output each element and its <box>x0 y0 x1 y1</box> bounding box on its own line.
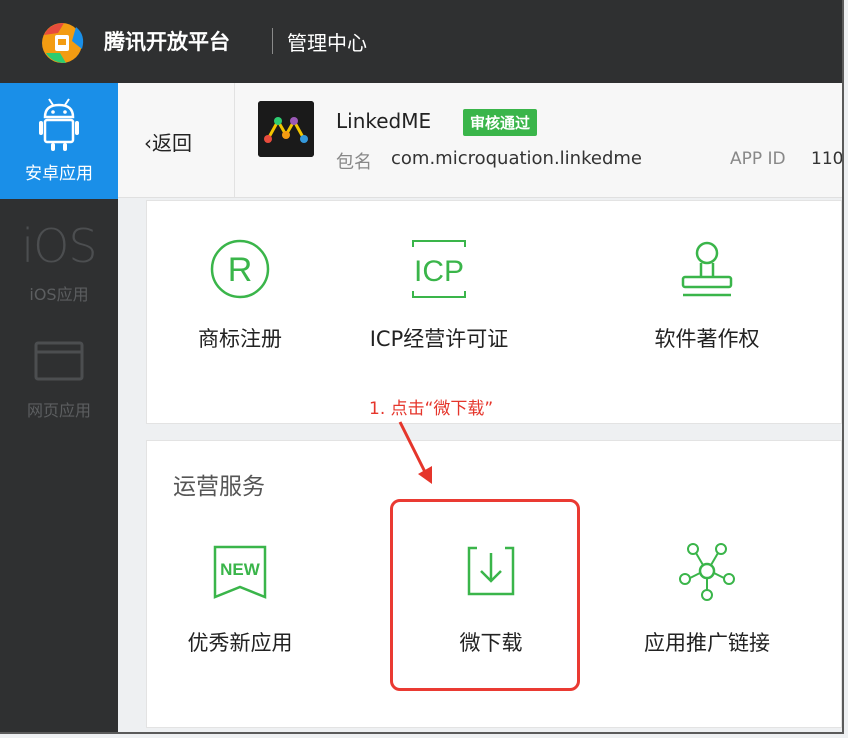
back-button[interactable]: ‹返回 <box>118 83 235 197</box>
icp-icon: ICP <box>412 240 466 298</box>
back-text: 返回 <box>152 131 192 155</box>
back-label: ‹返回 <box>144 127 192 156</box>
sidebar-item-web[interactable]: 网页应用 <box>0 335 118 425</box>
app-id-value: 110 <box>811 149 844 169</box>
sidebar: 安卓应用 iOS iOS应用 网页应用 <box>0 83 118 732</box>
new-badge-icon: NEW <box>213 545 267 599</box>
registered-trademark-icon: R <box>210 239 270 299</box>
legal-services-card: R 商标注册 ICP ICP经营许可证 软件著作权 <box>146 200 842 424</box>
browser-window-icon <box>34 341 84 381</box>
ios-icon: iOS <box>21 219 97 273</box>
service-new-apps[interactable]: NEW 优秀新应用 <box>140 441 340 727</box>
sidebar-item-android[interactable]: 安卓应用 <box>0 83 118 199</box>
app-logo-icon <box>258 101 314 157</box>
service-label: ICP经营许可证 <box>369 327 509 351</box>
new-badge-text: NEW <box>220 560 261 579</box>
service-trademark[interactable]: R 商标注册 <box>140 201 340 423</box>
chevron-left-icon: ‹ <box>144 131 152 155</box>
service-label: 应用推广链接 <box>644 631 770 655</box>
sidebar-item-label: 网页应用 <box>26 401 91 420</box>
management-center-link[interactable]: 管理中心 <box>287 27 367 56</box>
brand-title: 腾讯开放平台 <box>104 30 230 54</box>
service-copyright[interactable]: 软件著作权 <box>607 201 807 423</box>
annotation-arrow-icon <box>398 421 432 484</box>
svg-text:ICP: ICP <box>414 255 464 288</box>
sidebar-item-label: 安卓应用 <box>25 164 93 184</box>
service-label: 软件著作权 <box>654 327 760 351</box>
sidebar-item-label: iOS应用 <box>29 285 89 304</box>
app-header: ‹返回 LinkedME 审核通过 包名 com.microquation.li… <box>118 83 844 198</box>
service-label: 优秀新应用 <box>187 631 293 655</box>
sidebar-item-ios[interactable]: iOS iOS应用 <box>0 219 118 309</box>
package-value: com.microquation.linkedme <box>391 148 642 169</box>
service-promo-link[interactable]: 应用推广链接 <box>607 441 807 727</box>
stamp-icon <box>681 241 733 297</box>
svg-text:R: R <box>228 251 253 289</box>
tencent-open-logo[interactable] <box>36 19 90 65</box>
topbar-divider <box>272 28 273 54</box>
annotation-text: 1. 点击“微下载” <box>369 399 494 419</box>
service-icp[interactable]: ICP ICP经营许可证 <box>339 201 539 423</box>
status-badge: 审核通过 <box>463 109 538 136</box>
highlight-box <box>390 499 580 691</box>
service-label: 商标注册 <box>198 327 282 351</box>
package-label: 包名 <box>336 152 372 173</box>
app-name: LinkedME <box>336 109 432 133</box>
network-nodes-icon <box>679 543 735 601</box>
android-icon <box>39 98 79 151</box>
top-bar: 腾讯开放平台 管理中心 <box>0 0 842 83</box>
app-frame: 腾讯开放平台 管理中心 安卓应用 iOS iOS应用 网页应用 ‹返回 Link… <box>0 0 844 734</box>
app-id-label: APP ID <box>730 149 786 169</box>
